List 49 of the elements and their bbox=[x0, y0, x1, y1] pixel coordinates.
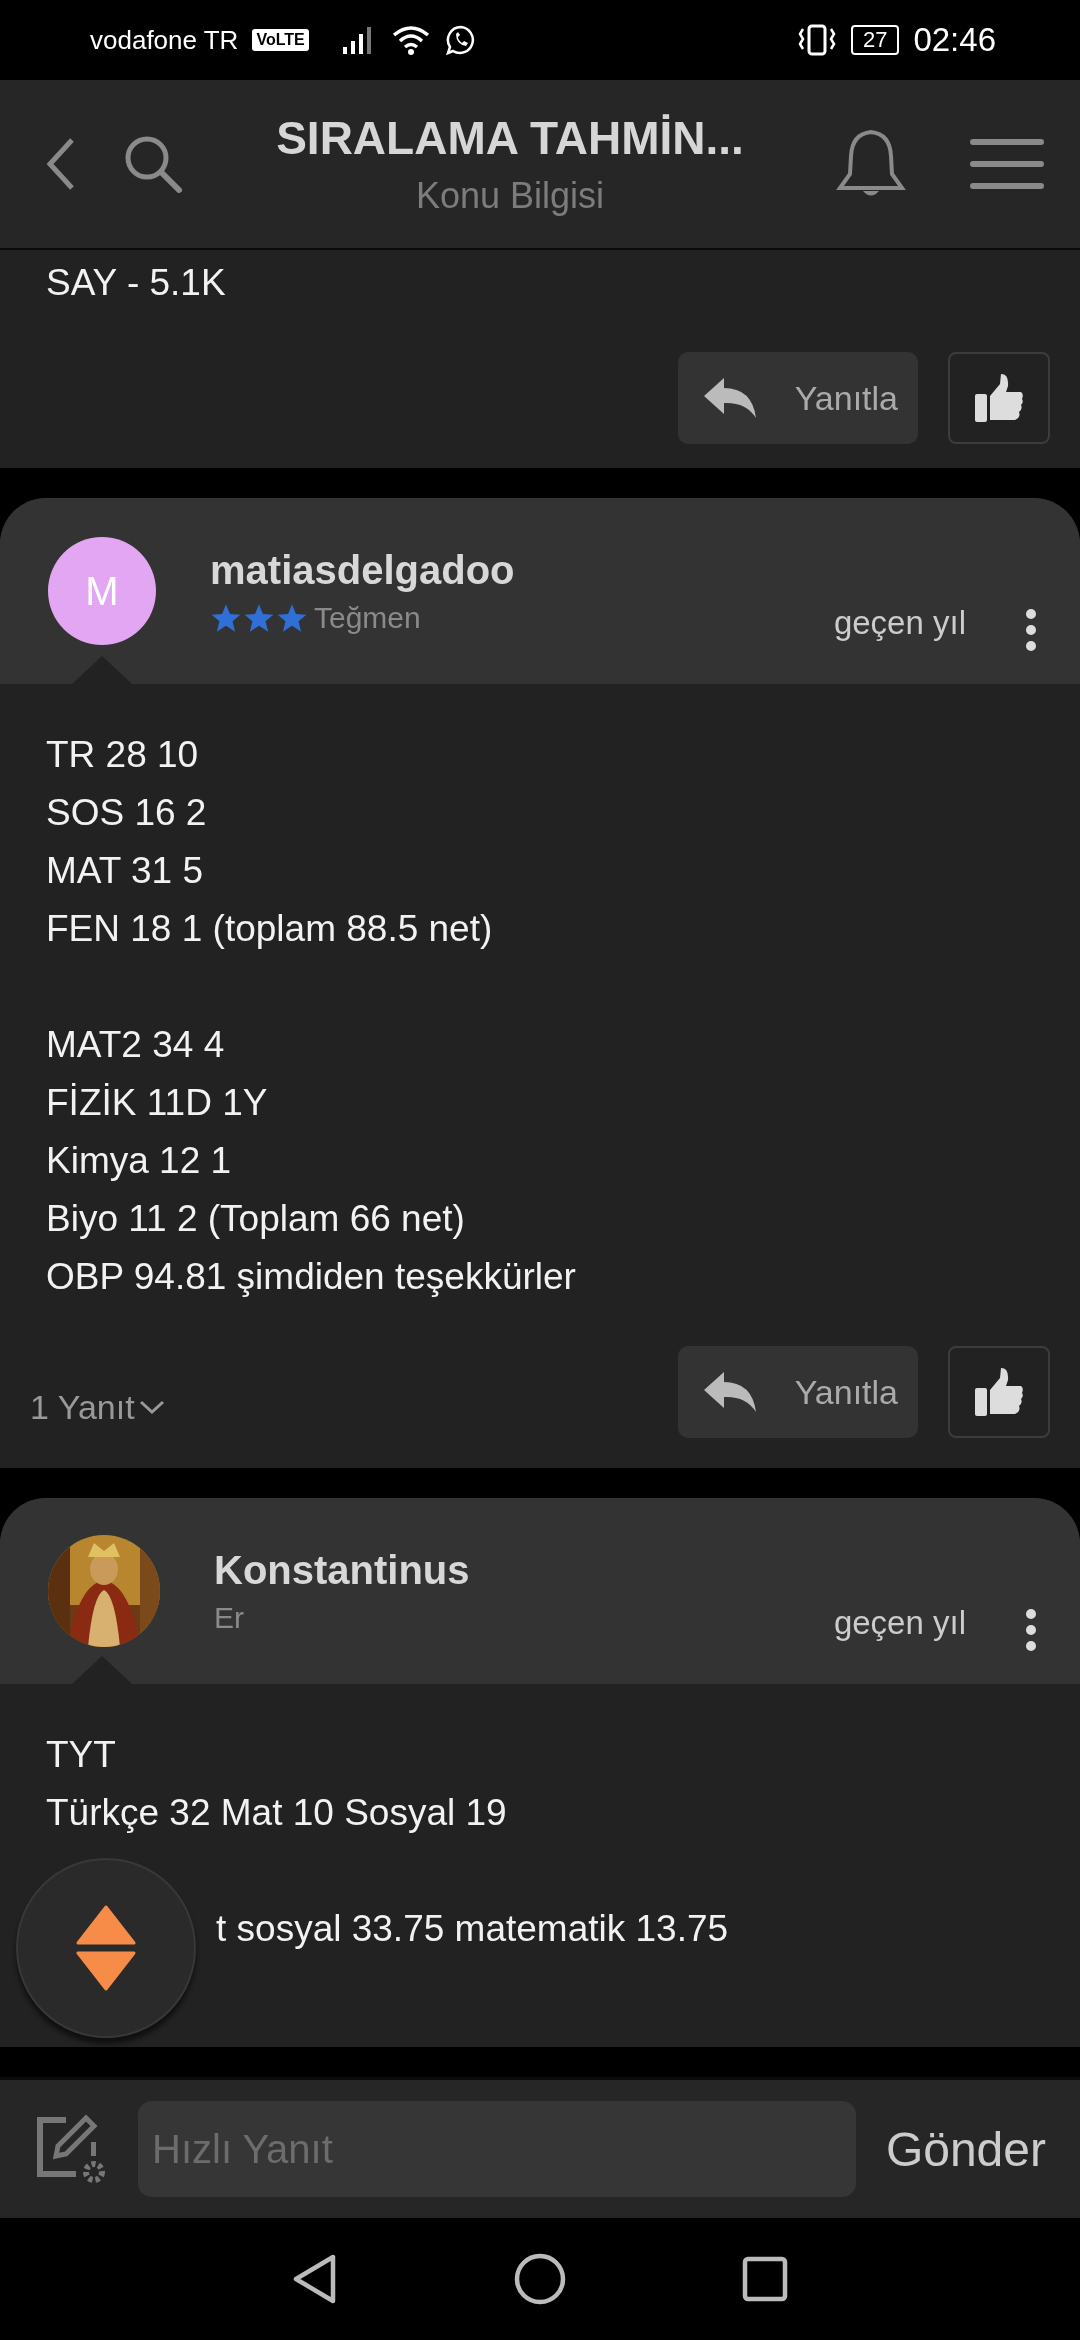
user-rank: Er bbox=[214, 1600, 244, 1635]
clock: 02:46 bbox=[913, 21, 996, 59]
volte-badge: VoLTE bbox=[252, 29, 309, 51]
post-text-line: TYT bbox=[46, 1733, 117, 1777]
reply-icon bbox=[702, 376, 758, 420]
battery-indicator: 27 bbox=[850, 25, 900, 55]
wifi-icon bbox=[390, 24, 431, 56]
chat-icon bbox=[444, 24, 477, 56]
post-text-line: Türkçe 32 Mat 10 Sosyal 19 bbox=[46, 1791, 508, 1835]
user-rank: Teğmen bbox=[314, 600, 421, 635]
reply-button[interactable]: Yanıtla bbox=[678, 352, 918, 444]
back-nav-icon[interactable] bbox=[292, 2253, 338, 2305]
reply-icon bbox=[702, 1370, 758, 1414]
home-nav-icon[interactable] bbox=[514, 2253, 566, 2305]
post-time: geçen yıl bbox=[833, 1604, 966, 1642]
thumbs-up-icon bbox=[973, 372, 1025, 424]
send-button[interactable]: Gönder bbox=[885, 2121, 1046, 2177]
post-text-line: OBP 94.81 şimdiden teşekkürler bbox=[46, 1255, 577, 1299]
post-text-line: t sosyal 33.75 matematik 13.75 bbox=[216, 1907, 730, 1951]
author-name[interactable]: Konstantinus bbox=[214, 1547, 834, 1593]
post-text-line: Biyo 11 2 (Toplam 66 net) bbox=[46, 1197, 466, 1241]
post-text-line: MAT2 34 4 bbox=[46, 1023, 226, 1067]
compose-settings-icon[interactable] bbox=[36, 2114, 108, 2184]
up-down-arrows-icon bbox=[76, 1905, 136, 1991]
recents-nav-icon[interactable] bbox=[742, 2256, 788, 2302]
more-icon[interactable] bbox=[1024, 1608, 1038, 1652]
topic-subtitle: Konu Bilgisi bbox=[415, 175, 605, 217]
like-button[interactable] bbox=[948, 352, 1050, 444]
more-icon[interactable] bbox=[1024, 608, 1038, 652]
post-text-line: TR 28 10 bbox=[46, 733, 200, 777]
topic-title: SIRALAMA TAHMİN... bbox=[276, 111, 744, 165]
menu-icon[interactable] bbox=[970, 137, 1044, 191]
post-text-line: FEN 18 1 (toplam 88.5 net) bbox=[46, 907, 494, 951]
chevron-down-icon bbox=[138, 1399, 165, 1415]
post-text-line: MAT 31 5 bbox=[46, 849, 204, 893]
author-name[interactable]: matiasdelgadoo bbox=[210, 547, 834, 593]
thumbs-up-icon bbox=[973, 1366, 1025, 1418]
post-text-line: SOS 16 2 bbox=[46, 791, 208, 835]
vibrate-icon bbox=[796, 23, 837, 57]
avatar: M bbox=[48, 537, 156, 645]
post-text-line: FİZİK 11D 1Y bbox=[46, 1081, 269, 1125]
post-text-line: Kimya 12 1 bbox=[46, 1139, 233, 1183]
reply-button[interactable]: Yanıtla bbox=[678, 1346, 918, 1438]
like-button[interactable] bbox=[948, 1346, 1050, 1438]
post-text-line: SAY - 5.1K bbox=[46, 261, 227, 305]
replies-toggle[interactable]: 1 Yanıt bbox=[30, 1387, 165, 1427]
carrier-name: vodafone TR bbox=[90, 24, 239, 56]
back-icon[interactable] bbox=[46, 137, 76, 191]
post-time: geçen yıl bbox=[833, 604, 966, 642]
